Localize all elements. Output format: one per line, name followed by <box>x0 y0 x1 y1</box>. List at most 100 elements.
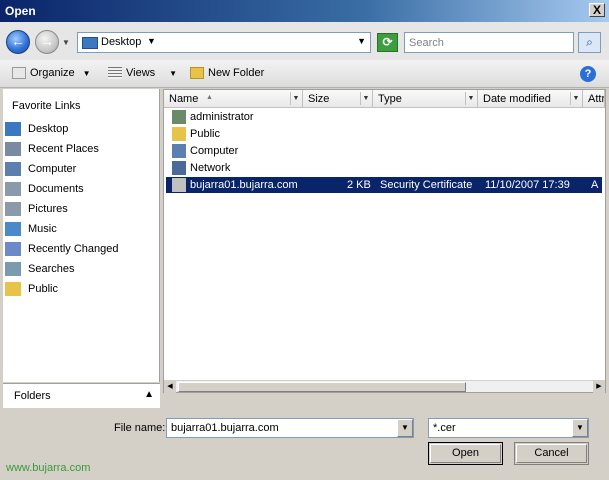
sidebar-item-label: Pictures <box>28 203 68 215</box>
cancel-label: Cancel <box>534 447 569 459</box>
open-button[interactable]: Open <box>428 442 503 465</box>
column-header-type[interactable]: Type ▼ <box>373 90 478 108</box>
sidebar-item[interactable]: Music <box>5 220 155 238</box>
filter-value: *.cer <box>433 422 456 434</box>
back-button[interactable]: ← <box>6 30 30 54</box>
file-list: Name ▲ ▼ Size ▼ Type ▼ Date modified ▼ A… <box>163 89 606 393</box>
horizontal-scrollbar[interactable]: ◀ ▶ <box>164 380 605 393</box>
chevron-down-icon[interactable]: ▼ <box>572 419 588 437</box>
column-header-size[interactable]: Size ▼ <box>303 90 373 108</box>
cancel-button[interactable]: Cancel <box>514 442 589 465</box>
file-row[interactable]: Computer <box>170 143 607 159</box>
chevron-down-icon[interactable]: ▼ <box>397 419 413 437</box>
column-header-date-modified[interactable]: Date modified ▼ <box>478 90 583 108</box>
title-bar: Open X <box>0 0 609 22</box>
sidebar-item[interactable]: Public <box>5 280 155 298</box>
views-label: Views <box>126 67 156 79</box>
column-size-label: Size <box>308 93 330 105</box>
sidebar-item-label: Recent Places <box>28 143 99 155</box>
sidebar-item[interactable]: Documents <box>5 180 155 198</box>
scroll-left-icon[interactable]: ◀ <box>164 381 176 393</box>
search-input[interactable]: Search <box>404 32 574 53</box>
file-name-input[interactable]: bujarra01.bujarra.com ▼ <box>166 418 414 438</box>
folder-icon <box>5 282 21 296</box>
chevron-down-icon[interactable]: ▼ <box>570 92 581 105</box>
new-folder-icon <box>190 67 204 80</box>
file-row[interactable]: bujarra01.bujarra.com 2 KB Security Certif… <box>166 177 602 193</box>
search-icon[interactable]: ⌕ <box>578 32 601 53</box>
file-row[interactable]: Public <box>170 126 607 142</box>
watermark: www.bujarra.com <box>6 462 91 474</box>
breadcrumb-arrow-icon[interactable]: ▼ <box>147 36 156 46</box>
file-name: Public <box>190 128 220 140</box>
file-attributes: A <box>591 179 599 191</box>
scrollbar-thumb[interactable] <box>178 382 466 392</box>
views-icon <box>108 67 122 80</box>
file-name-label: File name: <box>114 422 166 434</box>
chevron-down-icon: ▼ <box>169 69 178 78</box>
certificate-icon <box>172 178 186 192</box>
organize-label: Organize <box>30 67 75 79</box>
new-folder-button[interactable]: New Folder <box>190 67 265 80</box>
sidebar-item-label: Desktop <box>28 123 69 135</box>
views-button[interactable]: Views ▼ <box>108 67 178 80</box>
file-type-filter-select[interactable]: *.cer ▼ <box>428 418 589 438</box>
sidebar-item-label: Searches <box>28 263 75 275</box>
chevron-down-icon[interactable]: ▼ <box>360 92 371 105</box>
desktop-icon <box>5 122 21 136</box>
search-placeholder: Search <box>409 37 444 49</box>
close-button[interactable]: X <box>589 3 605 17</box>
column-header-name[interactable]: Name ▲ ▼ <box>164 90 303 108</box>
column-attributes-label: Attr <box>588 93 605 105</box>
sidebar-item[interactable]: Computer <box>5 160 155 178</box>
navigation-pane: Favorite Links Desktop Recent Places Compu… <box>3 89 160 382</box>
scroll-right-icon[interactable]: ▶ <box>593 381 605 393</box>
sidebar-item-label: Public <box>28 283 58 295</box>
navigation-bar: ← → ▼ Desktop ▼ ▼ ⟳ Search ⌕ <box>0 22 609 60</box>
sidebar-item[interactable]: Recent Places <box>5 140 155 158</box>
favorite-links-title: Favorite Links <box>12 100 81 112</box>
column-name-label: Name <box>169 93 199 105</box>
new-folder-label: New Folder <box>208 67 265 79</box>
address-text: Desktop <box>101 36 142 48</box>
file-type: Security Certificate <box>380 179 473 191</box>
sidebar-item[interactable]: Desktop <box>5 120 155 138</box>
sidebar-item-label: Recently Changed <box>28 243 119 255</box>
desktop-icon <box>82 37 98 49</box>
address-bar[interactable]: Desktop ▼ ▼ <box>77 32 371 53</box>
file-row[interactable]: administrator <box>170 109 607 125</box>
sort-arrow-icon: ▲ <box>206 94 213 101</box>
command-toolbar: Organize ▼ Views ▼ New Folder ? <box>0 60 609 88</box>
file-name: bujarra01.bujarra.com <box>190 179 298 191</box>
sidebar-item[interactable]: Recently Changed <box>5 240 155 258</box>
folders-toggle[interactable]: Folders ▲ <box>3 383 160 408</box>
chevron-down-icon[interactable]: ▼ <box>465 92 476 105</box>
recently-changed-icon <box>5 242 21 256</box>
music-icon <box>5 222 21 236</box>
chevron-down-icon: ▼ <box>82 69 91 78</box>
refresh-button[interactable]: ⟳ <box>377 33 398 52</box>
file-name: administrator <box>190 111 254 123</box>
file-name-value: bujarra01.bujarra.com <box>171 422 279 434</box>
network-icon <box>172 161 186 175</box>
computer-icon <box>172 144 186 158</box>
file-name: Computer <box>190 145 239 157</box>
chevron-up-icon[interactable]: ▲ <box>144 389 154 400</box>
file-row[interactable]: Network <box>170 160 607 176</box>
sidebar-item[interactable]: Pictures <box>5 200 155 218</box>
column-header-attributes[interactable]: Attr <box>583 90 605 108</box>
recent-pages-dropdown-icon[interactable]: ▼ <box>62 38 70 47</box>
address-dropdown-icon[interactable]: ▼ <box>357 36 366 46</box>
chevron-down-icon[interactable]: ▼ <box>290 92 301 105</box>
documents-icon <box>5 182 21 196</box>
window-title: Open <box>5 4 36 18</box>
file-name: Network <box>190 162 231 174</box>
file-date-modified: 11/10/2007 17:39 <box>485 179 570 191</box>
organize-button[interactable]: Organize ▼ <box>12 67 91 80</box>
folder-icon <box>172 127 186 141</box>
sidebar-item-label: Documents <box>28 183 84 195</box>
sidebar-item[interactable]: Searches <box>5 260 155 278</box>
help-button[interactable]: ? <box>580 66 596 82</box>
folders-label: Folders <box>14 390 51 402</box>
forward-button[interactable]: → <box>35 30 59 54</box>
